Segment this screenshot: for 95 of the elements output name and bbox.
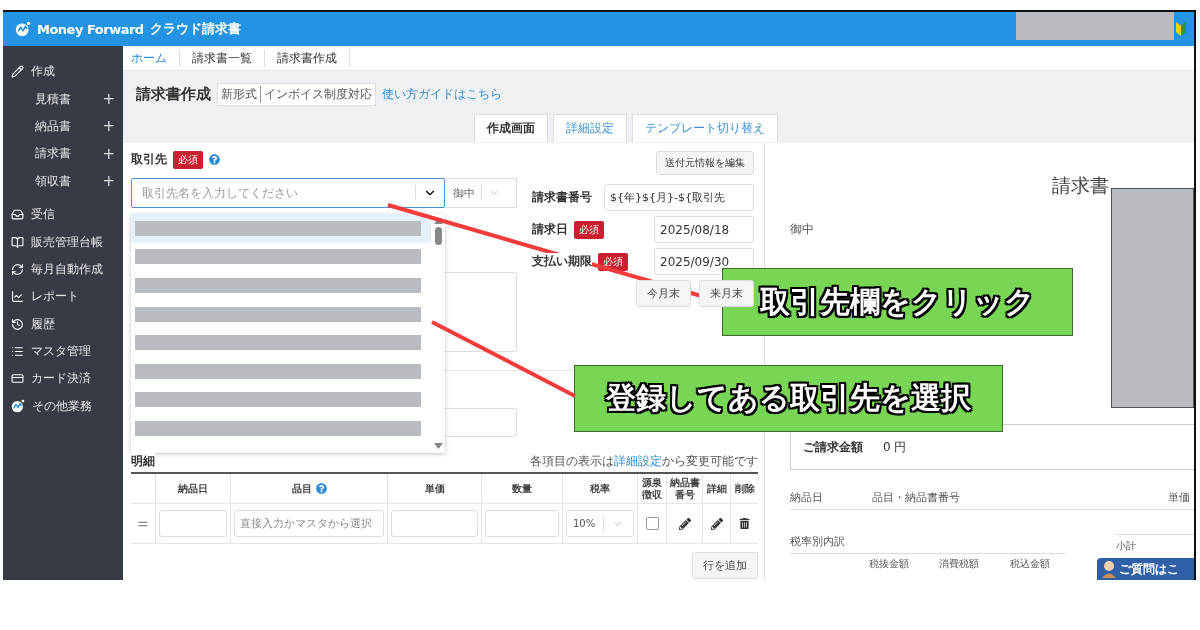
total-value: 0 円 xyxy=(883,438,907,456)
card-icon xyxy=(11,372,24,386)
invoice-title: 請求書 xyxy=(1051,173,1110,198)
pencil-icon[interactable] xyxy=(678,517,691,530)
required-badge: 必須 xyxy=(574,220,604,239)
column-header: 単価 xyxy=(387,474,481,504)
sidebar-item[interactable]: 毎月自動作成 xyxy=(3,255,123,284)
refresh-icon xyxy=(11,262,24,276)
help-icon[interactable] xyxy=(315,483,327,494)
sidebar-item[interactable]: カード決済 xyxy=(3,365,123,393)
hint-text: 各項目の表示は詳細設定から変更可能です xyxy=(530,453,758,470)
input-field[interactable] xyxy=(391,510,478,537)
field-label: 請求日 xyxy=(532,221,568,238)
list-icon xyxy=(11,345,24,359)
format-badge: 新形式 インボイス制度対応 xyxy=(217,83,376,106)
date-button[interactable]: 今月末 xyxy=(636,280,691,307)
column-header: 納品日 xyxy=(155,474,230,504)
add-row-button[interactable]: 行を追加 xyxy=(692,552,758,579)
column-header: 削除 xyxy=(730,474,758,504)
field-label: 取引先 xyxy=(131,151,167,168)
page-title: 請求書作成 xyxy=(136,85,211,104)
product-name: クラウド請求書 xyxy=(149,20,241,38)
required-badge: 必須 xyxy=(598,252,628,271)
input-field[interactable]: 2025/08/18 xyxy=(654,216,754,243)
settings-link[interactable]: 詳細設定 xyxy=(614,454,662,468)
scrollbar-thumb[interactable] xyxy=(434,227,442,245)
logo-text: Money Forward xyxy=(37,21,144,37)
pencil-icon[interactable] xyxy=(710,517,723,530)
client-combobox[interactable]: 取引先名を入力してください xyxy=(131,178,445,208)
logo-icon xyxy=(15,21,31,37)
breadcrumb: 請求書一覧 xyxy=(180,49,265,67)
book-icon xyxy=(11,235,24,249)
sidebar-item[interactable]: 請求書 + xyxy=(3,140,123,168)
input-field[interactable]: ${年}${月}-${取引先 xyxy=(604,184,754,211)
tax-breakdown-title: 税率別内訳 xyxy=(790,534,846,549)
sidebar-item[interactable]: 納品書 + xyxy=(3,112,123,141)
annotation-callout: 登録してある取引先を選択 xyxy=(574,365,1003,432)
column-header: 品目 xyxy=(230,474,387,504)
input-field[interactable] xyxy=(485,510,559,537)
sidebar-item[interactable]: 作成 xyxy=(3,58,123,86)
sidebar-item[interactable]: その他業務 xyxy=(3,392,123,421)
required-badge: 必須 xyxy=(173,150,203,169)
field-label: 支払い期限 xyxy=(532,253,592,270)
breadcrumb[interactable]: ホーム xyxy=(131,49,180,67)
column-header: 税率 xyxy=(562,474,637,504)
sidebar-item[interactable]: 領収書 + xyxy=(3,167,123,195)
trash-icon[interactable] xyxy=(739,518,750,529)
dropdown-option[interactable] xyxy=(131,214,431,243)
honorific-text: 御中 xyxy=(790,221,815,238)
chart-icon xyxy=(11,290,24,304)
column-header: 消費税額 xyxy=(938,557,981,571)
column-header: 詳細 xyxy=(702,474,730,504)
scroll-down-icon[interactable] xyxy=(433,443,443,449)
pencil-icon xyxy=(11,65,24,79)
sidebar-item[interactable]: レポート xyxy=(3,283,123,311)
column-header: 品目・納品書番号 xyxy=(872,490,961,506)
sidebar-item[interactable]: 販売管理台帳 xyxy=(3,228,123,256)
sidebar-item[interactable]: マスタ管理 xyxy=(3,337,123,366)
date-button[interactable]: 来月末 xyxy=(699,280,754,307)
input-field[interactable] xyxy=(159,510,227,537)
scroll-up-icon[interactable] xyxy=(433,218,443,224)
field-label: 請求書番号 xyxy=(532,189,592,206)
client-input[interactable]: 取引先名を入力してください xyxy=(140,185,415,201)
add-icon[interactable]: + xyxy=(102,144,115,163)
help-chat-button[interactable]: ご質問はこ xyxy=(1097,558,1194,580)
sidebar-item[interactable]: 履歴 xyxy=(3,310,123,338)
add-icon[interactable]: + xyxy=(102,90,115,109)
add-icon[interactable]: + xyxy=(102,117,115,136)
history-icon xyxy=(11,317,24,331)
column-header: 数量 xyxy=(481,474,562,504)
sidebar-item[interactable]: 見積書 + xyxy=(3,85,123,113)
add-icon[interactable]: + xyxy=(102,172,115,191)
column-header: 納品日 xyxy=(790,490,824,506)
help-icon[interactable] xyxy=(209,154,220,165)
column-header: 税込金額 xyxy=(1008,557,1051,571)
tab[interactable]: 詳細設定 xyxy=(553,114,627,142)
tab[interactable]: 作成画面 xyxy=(474,114,548,142)
inbox-icon xyxy=(11,208,24,222)
beginner-mark-icon xyxy=(1176,22,1186,36)
input-field[interactable]: 直接入力かマスタから選択 xyxy=(234,510,384,537)
checkbox[interactable] xyxy=(645,517,659,530)
honorific-select[interactable]: 御中 xyxy=(445,178,517,208)
logo-icon xyxy=(11,399,25,414)
edit-sender-button[interactable]: 送付元情報を編集 xyxy=(656,151,754,175)
column-header: 税抜金額 xyxy=(868,557,911,571)
tab[interactable]: テンプレート切り替え xyxy=(632,114,778,142)
sidebar-item[interactable]: 受信 xyxy=(3,200,123,229)
person-icon xyxy=(1101,560,1117,578)
tax-rate-select[interactable]: 10% xyxy=(566,510,634,537)
breadcrumb: 請求書作成 xyxy=(265,49,350,67)
column-header: 源泉徴収 xyxy=(637,474,666,504)
total-label: ご請求金額 xyxy=(803,438,863,456)
column-header: 納品書番号 xyxy=(666,474,702,504)
column-header: 単価 xyxy=(1168,490,1191,506)
section-title: 明細 xyxy=(131,453,155,470)
